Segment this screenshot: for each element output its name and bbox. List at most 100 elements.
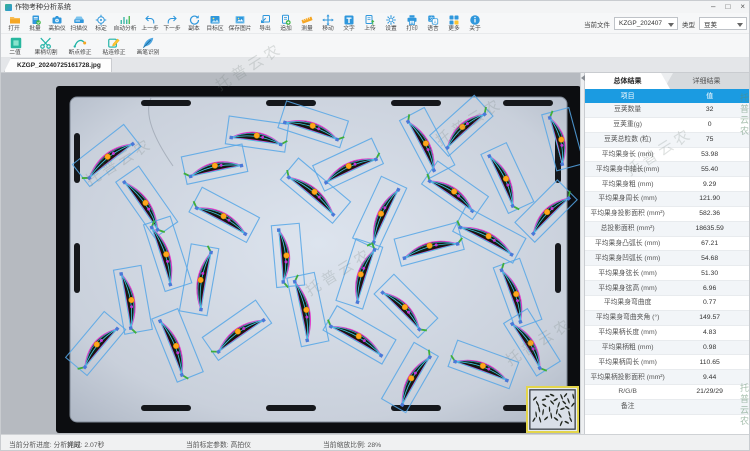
status-calibration-param: 当前标定参数: 高拍仪 [186,439,251,449]
result-row[interactable]: 豆荚数量32 [585,103,749,118]
toolbar-button-calibrate[interactable]: 标定 [90,14,111,33]
analyzed-photo[interactable] [56,86,580,433]
chevron-down-icon [737,23,743,27]
current-file-value: KZGP_202407 [619,20,662,27]
result-row[interactable]: 平均果身中轴长(mm)55.40 [585,162,749,177]
tab-overall-results[interactable]: 总体结果 [585,73,670,89]
result-item-label: 平均果柄投影面积 (mm²) [585,370,670,384]
toolbar-button-settings[interactable]: 设置 [380,14,401,33]
toolbar-button-label: 设置 [385,26,397,33]
toolbar-button-auto-analyze[interactable]: 自动分析 [111,14,139,33]
tab-detailed-results[interactable]: 详细结果 [664,73,749,89]
result-row[interactable]: 平均果身长 (mm)53.98 [585,148,749,163]
toolbar-button-scanner[interactable]: 扫描仪 [68,14,90,33]
current-file-select[interactable]: KZGP_202407 [614,17,678,30]
result-row[interactable]: 备注 [585,400,749,415]
result-row[interactable]: 平均果身弯曲夹角 (°)149.57 [585,311,749,326]
result-item-label: 平均果身弦长 (mm) [585,266,670,280]
toolbar-button-batch[interactable]: 批量 [25,14,46,33]
result-row[interactable]: 平均果柄投影面积 (mm²)9.44 [585,370,749,385]
image-viewport[interactable] [1,73,580,434]
type-label: 类型 [682,19,695,29]
toolbar-button-language[interactable]: 文A语言 [422,14,443,33]
gear-icon [385,14,397,26]
redo-arrow-icon [166,14,178,26]
toolbar-button-stem-cut[interactable]: 果柄切割 [32,36,60,57]
toolbar-button-text[interactable]: 文字 [338,14,359,33]
toolbar-button-open[interactable]: 打开 [4,14,25,33]
result-item-label: 平均果身投影面积 (mm²) [585,207,670,221]
result-item-label: 平均果身周长 (mm) [585,192,670,206]
toolbar-button-move[interactable]: 移动 [317,14,338,33]
result-row[interactable]: 豆荚总粒数 (粒)75 [585,133,749,148]
result-row[interactable]: 平均果柄长度 (mm)4.83 [585,326,749,341]
toolbar-button-about[interactable]: 关于 [464,14,485,33]
close-button[interactable]: × [740,2,745,12]
status-bar: 当前分析进度: 分析完成 耗时: 2.07秒 当前标定参数: 高拍仪 当前缩放比… [1,434,749,450]
toolbar-button-next[interactable]: 下一步 [161,14,183,33]
result-row[interactable]: 平均果柄粗 (mm)0.98 [585,341,749,356]
result-item-label: 平均果身中轴长(mm) [585,162,670,176]
result-item-label: 平均果柄粗 (mm) [585,341,670,355]
toolbar-button-append[interactable]: 追加 [275,14,296,33]
minimize-button[interactable]: – [711,2,715,12]
document-tab[interactable]: KZGP_20240725161728.jpg [4,58,112,72]
toolbar-button-label: 画笔识别 [137,50,160,57]
result-row[interactable]: 平均果身粗 (mm)9.29 [585,177,749,192]
toolbar-button-target-area[interactable]: 目标区 [204,14,226,33]
toolbar-button-label: 测量 [301,26,313,33]
toolbar-button-print[interactable]: 打印 [401,14,422,33]
toolbar-button-camera[interactable]: 高拍仪 [46,14,68,33]
panel-splitter[interactable] [580,73,584,434]
result-row[interactable]: 平均果身投影面积 (mm²)582.36 [585,207,749,222]
toolbar-button-brush-recognize[interactable]: 画笔识别 [134,36,162,57]
toolbar-button-breakpoint-fix[interactable]: 断点修正 [66,36,94,57]
toolbar-button-binary[interactable]: 二值 [5,36,26,57]
result-row[interactable]: 平均果身周长 (mm)121.90 [585,192,749,207]
results-table-body: 豆荚数量32豆荚重(g)0豆荚总粒数 (粒)75平均果身长 (mm)53.98平… [585,103,749,434]
toolbar-button-label: 保存图片 [229,26,252,33]
toolbar-button-label: 关于 [469,26,481,33]
toolbar-button-label: 标定 [95,26,107,33]
result-item-label: 平均果柄长度 (mm) [585,326,670,340]
result-item-value: 75 [670,133,749,147]
maximize-button[interactable]: □ [725,2,730,12]
result-item-value: 18635.59 [670,222,749,236]
status-zoom-ratio: 当前缩放比例: 28% [323,439,381,449]
toolbar-button-label: 断点修正 [68,50,91,57]
toolbar-button-save-image[interactable]: 保存图片 [226,14,254,33]
toolbar-button-label: 语言 [427,26,439,33]
result-item-value: 21/29/29 [670,385,749,399]
toolbar-button-more[interactable]: 更多 [443,14,464,33]
result-row[interactable]: 豆荚重(g)0 [585,118,749,133]
result-item-value: 110.65 [670,355,749,369]
toolbar-button-measure[interactable]: 测量 [296,14,317,33]
toolbar-button-upload[interactable]: 上传 [359,14,380,33]
toolbar-button-prev[interactable]: 上一步 [139,14,161,33]
result-item-value: 149.57 [670,311,749,325]
toolbar-button-copy[interactable]: 副本 [183,14,204,33]
type-value: 豆荚 [704,19,717,29]
brush-recognize-icon [141,36,155,50]
toolbar-button-label: 扫描仪 [70,26,87,33]
toolbar-button-adhesion-fix[interactable]: 粘连修正 [100,36,128,57]
result-item-value: 0.98 [670,341,749,355]
toolbar-button-label: 文字 [343,26,355,33]
result-row[interactable]: 总投影面积 (mm²)18635.59 [585,222,749,237]
column-header-item: 项目 [585,89,670,103]
result-row[interactable]: 平均果身弯曲度0.77 [585,296,749,311]
toolbar-button-label: 二值 [10,50,22,57]
result-item-value: 51.30 [670,266,749,280]
result-row[interactable]: 平均果身凸弧长 (mm)67.21 [585,237,749,252]
type-select[interactable]: 豆荚 [699,17,747,30]
result-row[interactable]: 平均果柄周长 (mm)110.65 [585,355,749,370]
toolbar-button-export[interactable]: 导出 [254,14,275,33]
overview-thumbnail[interactable] [526,386,579,433]
result-item-value: 582.36 [670,207,749,221]
result-row[interactable]: 平均果身凹弧长 (mm)54.68 [585,251,749,266]
toolbar-button-label: 果柄切割 [34,50,57,57]
toolbar-button-label: 目标区 [206,26,223,33]
result-row[interactable]: R/G/B21/29/29 [585,385,749,400]
result-row[interactable]: 平均果身弦长 (mm)51.30 [585,266,749,281]
result-row[interactable]: 平均果身弦高 (mm)6.96 [585,281,749,296]
